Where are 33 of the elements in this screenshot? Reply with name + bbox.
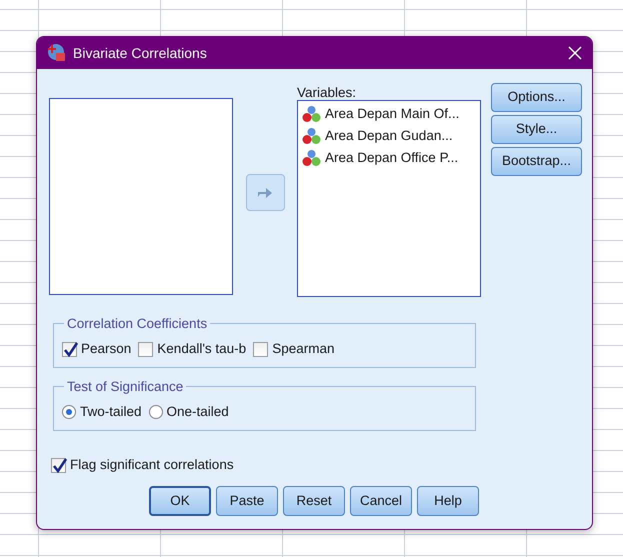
variable-icon (302, 149, 321, 167)
option-label[interactable]: Flag significant correlations (70, 455, 234, 476)
checkbox[interactable] (51, 458, 66, 473)
checkbox[interactable] (62, 342, 77, 357)
dialog-button[interactable]: Reset (283, 486, 345, 516)
dialog-button[interactable]: OK (149, 486, 211, 516)
variables-list[interactable]: Area Depan Main Of... Area Depan Gudan... Area Depan Office P... (297, 100, 481, 297)
variable-name[interactable]: Area Depan Gudan... (325, 126, 453, 146)
option-label[interactable]: One-tailed (166, 402, 229, 422)
checkbox[interactable] (138, 342, 154, 357)
arrow-icon (256, 185, 274, 199)
dialog-button[interactable]: Style... (491, 115, 582, 144)
list-label: Variables: (297, 84, 358, 100)
checkbox[interactable] (253, 342, 268, 357)
variable-icon (302, 127, 321, 145)
radio-button[interactable] (62, 405, 76, 420)
app-icon (47, 43, 67, 63)
dialog-button[interactable]: Options... (491, 83, 582, 112)
source-list[interactable] (49, 98, 233, 295)
option-label[interactable]: Kendall's tau-b (157, 339, 246, 360)
radio-button[interactable] (148, 405, 163, 420)
variable-icon (302, 105, 321, 123)
dialog-button[interactable]: Help (417, 486, 479, 516)
dialog-button[interactable]: Bootstrap... (491, 147, 582, 176)
dialog-button[interactable]: Cancel (350, 486, 412, 516)
option-label[interactable]: Spearman (272, 339, 334, 360)
option-label[interactable]: Two-tailed (80, 402, 142, 422)
variable-name[interactable]: Area Depan Office P... (325, 148, 458, 168)
variable-name[interactable]: Area Depan Main Of... (325, 104, 460, 124)
close-button[interactable] (568, 46, 582, 60)
option-label[interactable]: Pearson (81, 339, 132, 360)
dialog-button[interactable]: Paste (216, 486, 278, 516)
window-title: Bivariate Correlations (73, 44, 207, 62)
